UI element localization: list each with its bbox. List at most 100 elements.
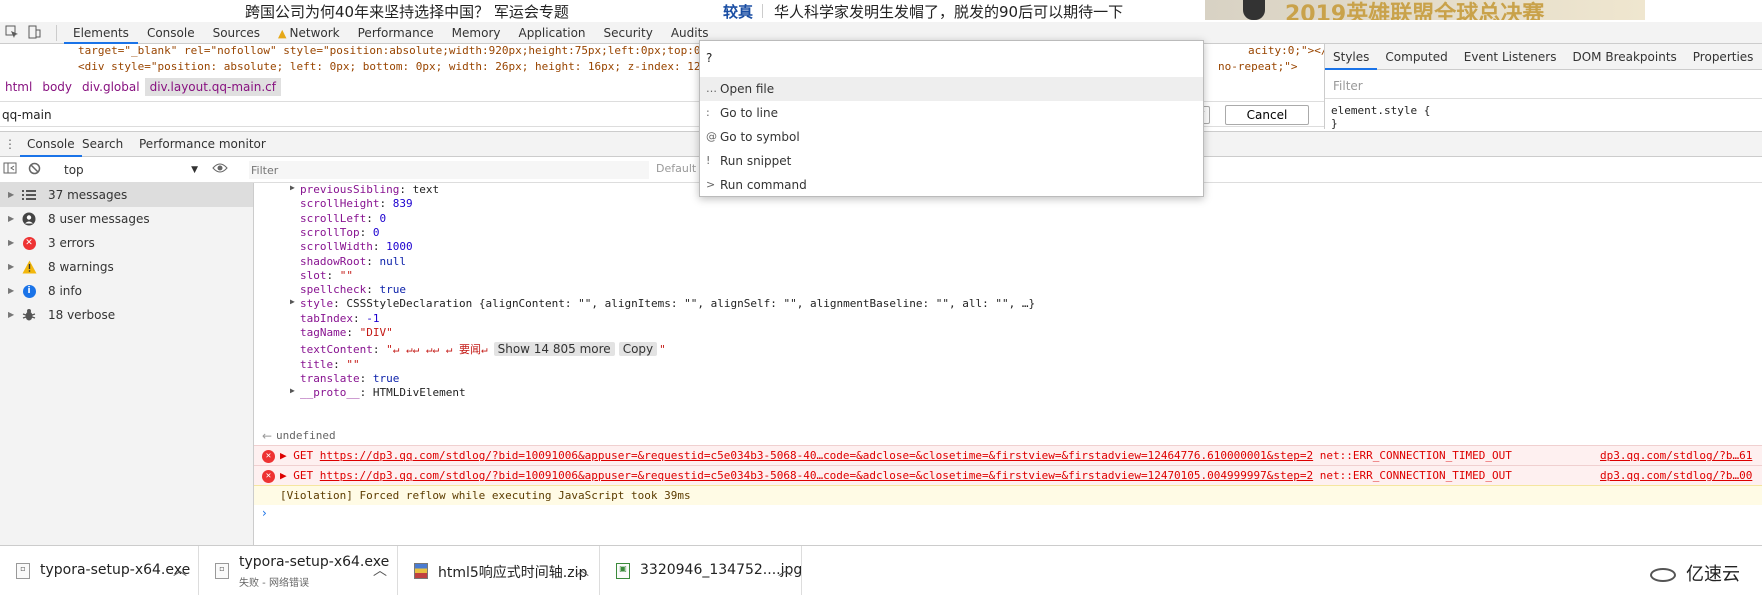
webpage-strip: 跨国公司为何40年来坚持选择中国？ 军运会专题 较真 华人科学家发明生发帽了，脱…: [0, 0, 1762, 22]
chevron-up-icon[interactable]: ︿: [373, 560, 387, 580]
tab-console[interactable]: Console: [138, 22, 204, 44]
expand-arrow-icon[interactable]: ▶: [8, 255, 20, 279]
tab-dom-breakpoints[interactable]: DOM Breakpoints: [1564, 44, 1684, 70]
property-value: -1: [366, 311, 380, 325]
property-value: "↵ ↵↵ ↵↵ ↵ 要闻↵: [386, 343, 488, 357]
sidebar-item-warning[interactable]: ▶ 8 warnings: [0, 255, 253, 279]
expand-arrow-icon[interactable]: ▶: [8, 231, 20, 255]
expand-arrow-icon[interactable]: ▶: [8, 279, 20, 303]
sidebar-item-bug[interactable]: ▶ 18 verbose: [0, 303, 253, 327]
breadcrumb-item[interactable]: div.global: [77, 78, 145, 96]
cancel-button[interactable]: Cancel: [1225, 105, 1309, 125]
property-value: CSSStyleDeclaration {alignContent: "", a…: [346, 297, 1036, 311]
tab-application[interactable]: Application: [509, 22, 594, 44]
expand-arrow-icon[interactable]: ▶: [8, 303, 20, 327]
tab-network[interactable]: ▲ Network: [269, 22, 349, 44]
property-colon: :: [366, 211, 380, 225]
property-value: 839: [392, 197, 413, 211]
info-icon: i: [20, 279, 38, 303]
tab-console[interactable]: Console: [20, 132, 82, 157]
dom-source-line[interactable]: target="_blank" rel="nofollow" style="po…: [78, 44, 701, 57]
download-item[interactable]: ▫ typora-setup-x64.exe ︿: [0, 546, 199, 595]
tab-search[interactable]: Search: [82, 132, 123, 157]
tab-event-listeners[interactable]: Event Listeners: [1456, 44, 1565, 70]
eye-icon[interactable]: [212, 162, 228, 178]
object-property[interactable]: ▶ previousSibling: text: [290, 183, 439, 196]
error-message: ✕ ▶ GET https://dp3.qq.com/stdlog/?bid=10…: [254, 465, 1762, 485]
source-link[interactable]: dp3.qq.com/stdlog/?b…00: [1600, 466, 1752, 486]
tab-performance-monitor[interactable]: Performance monitor: [139, 132, 266, 157]
download-item[interactable]: ▫ typora-setup-x64.exe 失败 - 网络错误 ︿: [199, 546, 398, 595]
styles-filter-input[interactable]: Filter: [1333, 79, 1363, 93]
breadcrumb-item[interactable]: html: [0, 78, 37, 96]
expand-arrow-icon[interactable]: ▶: [280, 449, 293, 462]
log-levels-dropdown[interactable]: Default l: [656, 162, 703, 175]
sidebar-item-list[interactable]: ▶ 37 messages: [0, 183, 253, 207]
command-item[interactable]: > Run command: [700, 173, 1203, 197]
breadcrumb-item[interactable]: body: [37, 78, 77, 96]
command-item[interactable]: @ Go to symbol: [700, 125, 1203, 149]
download-status: 失败 - 网络错误: [239, 578, 309, 589]
inspect-element-icon[interactable]: [4, 25, 20, 41]
download-name: typora-setup-x64.exe: [40, 562, 191, 578]
object-property: scrollLeft: 0: [300, 212, 386, 225]
tab-elements[interactable]: Elements: [64, 22, 138, 44]
show-more-button[interactable]: Show 14 805 more: [493, 342, 615, 357]
dom-source-line[interactable]: <div style="position: absolute; left: 0p…: [78, 60, 701, 73]
style-rule[interactable]: element.style { }: [1331, 104, 1430, 130]
sidebar-item-user[interactable]: ▶ 8 user messages: [0, 207, 253, 231]
headline-link[interactable]: 华人科学家发明生发帽了，脱发的90后可以期待一下: [774, 1, 1123, 22]
more-options-icon[interactable]: ⋮: [4, 137, 16, 151]
error-message: ✕ ▶ GET https://dp3.qq.com/stdlog/?bid=10…: [254, 445, 1762, 465]
expand-arrow-icon[interactable]: ▶: [8, 183, 20, 207]
tab-styles[interactable]: Styles: [1325, 44, 1378, 70]
copy-button[interactable]: Copy: [618, 342, 658, 357]
device-toolbar-icon[interactable]: [26, 25, 42, 41]
download-item[interactable]: html5响应式时间轴.zip ︿: [398, 546, 600, 595]
headline-tag[interactable]: 较真: [723, 1, 753, 22]
context-selector[interactable]: top ▼: [64, 161, 198, 179]
console-output: ▶ previousSibling: text scrollHeight: 839 s…: [254, 183, 1762, 545]
ad-banner[interactable]: 2019英雄联盟全球总决赛: [1205, 0, 1645, 20]
tab-computed[interactable]: Computed: [1377, 44, 1455, 70]
headline-link[interactable]: 跨国公司为何40年来坚持选择中国？ 军运会专题: [245, 1, 569, 22]
tab-performance[interactable]: Performance: [349, 22, 443, 44]
command-item[interactable]: … Open file: [700, 77, 1203, 101]
console-filter-input[interactable]: [249, 161, 649, 179]
tab-properties[interactable]: Properties: [1685, 44, 1762, 70]
chevron-up-icon[interactable]: ︿: [173, 560, 187, 580]
property-value: 1000: [386, 240, 413, 254]
expand-arrow-icon[interactable]: ▶: [280, 469, 293, 482]
property-key: shadowRoot: [300, 254, 367, 268]
expand-arrow-icon[interactable]: ▶: [290, 183, 295, 192]
expand-arrow-icon[interactable]: ▶: [8, 207, 20, 231]
sidebar-toggle-icon[interactable]: [2, 162, 18, 178]
object-property[interactable]: ▶ __proto__: HTMLDivElement: [290, 386, 466, 399]
tab-security[interactable]: Security: [595, 22, 662, 44]
command-item[interactable]: : Go to line: [700, 101, 1203, 125]
clear-console-icon[interactable]: [26, 162, 42, 178]
console-prompt-icon[interactable]: ›: [262, 506, 267, 520]
tab-memory[interactable]: Memory: [443, 22, 510, 44]
list-icon: [20, 183, 38, 207]
request-url[interactable]: https://dp3.qq.com/stdlog/?bid=10091006&…: [320, 449, 1313, 462]
chevron-up-icon[interactable]: ︿: [575, 560, 589, 580]
styles-filter-row[interactable]: Filter: [1325, 73, 1762, 99]
download-item[interactable]: ▣ 3320946_134752....jpg ︿: [600, 546, 802, 595]
chevron-up-icon[interactable]: ︿: [778, 560, 792, 580]
brand-name: 亿速云: [1686, 564, 1740, 585]
styles-sidebar: Styles Computed Event Listeners DOM Breakpo…: [1324, 44, 1762, 130]
request-url[interactable]: https://dp3.qq.com/stdlog/?bid=10091006&…: [320, 469, 1313, 482]
command-input[interactable]: [706, 47, 1196, 69]
sidebar-item-info[interactable]: ▶ i 8 info: [0, 279, 253, 303]
object-property[interactable]: ▶ style: CSSStyleDeclaration {alignConten…: [290, 297, 1036, 311]
tab-label: Security: [603, 26, 653, 40]
expand-arrow-icon[interactable]: ▶: [290, 297, 295, 306]
expand-arrow-icon[interactable]: ▶: [290, 386, 295, 395]
source-link[interactable]: dp3.qq.com/stdlog/?b…61: [1600, 446, 1752, 466]
sidebar-item-error[interactable]: ▶ ✕ 3 errors: [0, 231, 253, 255]
command-item[interactable]: ! Run snippet: [700, 149, 1203, 173]
tab-sources[interactable]: Sources: [204, 22, 269, 44]
http-method: GET: [293, 449, 314, 462]
breadcrumb-item[interactable]: div.layout.qq-main.cf: [144, 78, 281, 96]
